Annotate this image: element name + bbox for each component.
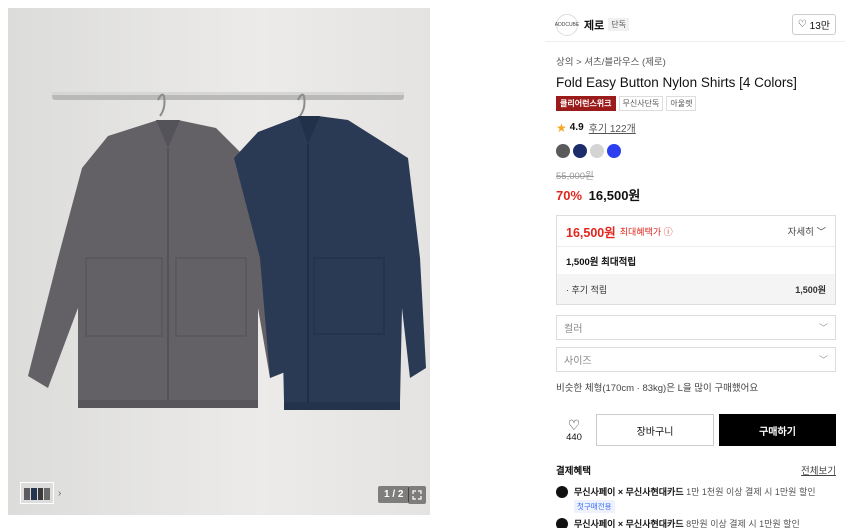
review-points-amount: 1,500원 — [795, 284, 826, 295]
add-to-cart-button[interactable]: 장바구니 — [596, 414, 714, 446]
payment-benefit-item: 무신사페이 × 무신사현대카드 1만 1천원 이상 결제 시 1만원 할인 첫구… — [556, 485, 845, 513]
size-select-placeholder: 사이즈 — [564, 356, 592, 367]
payment-benefits-header: 결제혜택 전체보기 — [556, 463, 836, 477]
payment-partner: 무신사페이 × 무신사현대카드 — [574, 487, 684, 497]
brand-like-count: 13만 — [809, 21, 830, 32]
brand-exclusive-tag: 단독 — [608, 18, 629, 31]
payment-benefit-item: 무신사페이 × 무신사현대카드 8만원 이상 결제 시 1만원 할인 — [556, 517, 845, 528]
view-all-link[interactable]: 전체보기 — [801, 463, 836, 477]
expand-icon[interactable] — [408, 486, 426, 504]
review-points-label: · 후기 적립 — [566, 284, 608, 295]
color-swatch[interactable] — [556, 144, 570, 158]
color-swatch[interactable] — [590, 144, 604, 158]
chevron-right-icon[interactable]: › — [58, 488, 61, 499]
color-swatch[interactable] — [573, 144, 587, 158]
review-points-row: · 후기 적립 1,500원 — [557, 274, 835, 304]
star-icon: ★ — [556, 120, 567, 135]
payment-condition: 1만 1천원 이상 결제 시 1만원 할인 — [683, 487, 816, 497]
best-price-label: 최대혜택가 ⓘ — [619, 226, 673, 237]
badge-exclusive: 무신사단독 — [618, 96, 664, 111]
size-recommendation: 비슷한 체형(170cm · 83kg)은 L을 많이 구매했어요 — [556, 383, 759, 394]
thumbnail-strip: › — [20, 482, 61, 504]
thumbnail-image[interactable] — [20, 482, 54, 504]
sale-price-row: 70% 16,500원 — [556, 185, 845, 204]
payment-partner: 무신사페이 × 무신사현대카드 — [574, 519, 684, 528]
brand-name[interactable]: 제로 — [584, 17, 604, 33]
like-count: 440 — [566, 431, 582, 443]
payment-benefits-title: 결제혜택 — [556, 466, 591, 477]
image-counter: 1 / 2 — [378, 486, 410, 503]
best-price: 16,500원 — [566, 225, 616, 240]
product-title: Fold Easy Button Nylon Shirts [4 Colors] — [556, 75, 797, 90]
benefit-box: 16,500원 최대혜택가 ⓘ 자세히 ﹀ 1,500원 최대적립 · 후기 적… — [556, 215, 836, 305]
card-icon — [556, 486, 568, 498]
product-badges: 클리어런스위크 무신사단독 아울렛 — [556, 96, 845, 111]
heart-icon: ♡ — [797, 19, 807, 30]
detail-toggle[interactable]: 자세히 ﹀ — [788, 224, 826, 238]
discount-rate: 70% — [556, 188, 583, 203]
purchase-actions: ♡ 440 장바구니 구매하기 — [556, 414, 836, 446]
size-select[interactable]: 사이즈 ﹀ — [556, 347, 836, 372]
chevron-down-icon: ﹀ — [818, 355, 828, 365]
color-swatches — [556, 144, 845, 158]
color-select-placeholder: 컬러 — [564, 324, 583, 335]
chevron-down-icon: ﹀ — [818, 323, 828, 333]
max-points: 1,500원 최대적립 — [557, 246, 835, 274]
color-select[interactable]: 컬러 ﹀ — [556, 315, 836, 340]
product-photo — [8, 8, 430, 515]
color-swatch[interactable] — [607, 144, 621, 158]
review-link[interactable]: 후기 122개 — [589, 120, 636, 135]
brand-row: ADDCUBE 제로 단독 ♡ 13만 — [545, 8, 845, 42]
buy-now-button[interactable]: 구매하기 — [719, 414, 836, 446]
rating-score: 4.9 — [569, 122, 584, 133]
first-purchase-tag: 첫구매전용 — [574, 500, 615, 513]
payment-condition: 8만원 이상 결제 시 1만원 할인 — [683, 519, 800, 528]
product-image-gallery[interactable]: › 1 / 2 — [8, 8, 430, 515]
badge-outlet: 아울렛 — [666, 96, 697, 111]
brand-like-button[interactable]: ♡ 13만 — [791, 14, 836, 35]
badge-clearance: 클리어런스위크 — [556, 96, 616, 111]
sale-price: 16,500원 — [588, 188, 641, 203]
original-price: 55,000원 — [556, 171, 594, 182]
like-button[interactable]: ♡ 440 — [556, 418, 592, 443]
breadcrumb[interactable]: 상의 > 셔츠/블라우스 (제로) — [556, 54, 845, 68]
heart-icon: ♡ — [567, 416, 581, 433]
rating-row: ★ 4.9 후기 122개 — [556, 120, 845, 136]
card-icon — [556, 518, 568, 528]
product-info-panel: ADDCUBE 제로 단독 ♡ 13만 상의 > 셔츠/블라우스 (제로) Fo… — [545, 8, 845, 528]
brand-logo[interactable]: ADDCUBE — [555, 13, 579, 36]
best-price-row[interactable]: 16,500원 최대혜택가 ⓘ 자세히 ﹀ — [557, 216, 835, 246]
